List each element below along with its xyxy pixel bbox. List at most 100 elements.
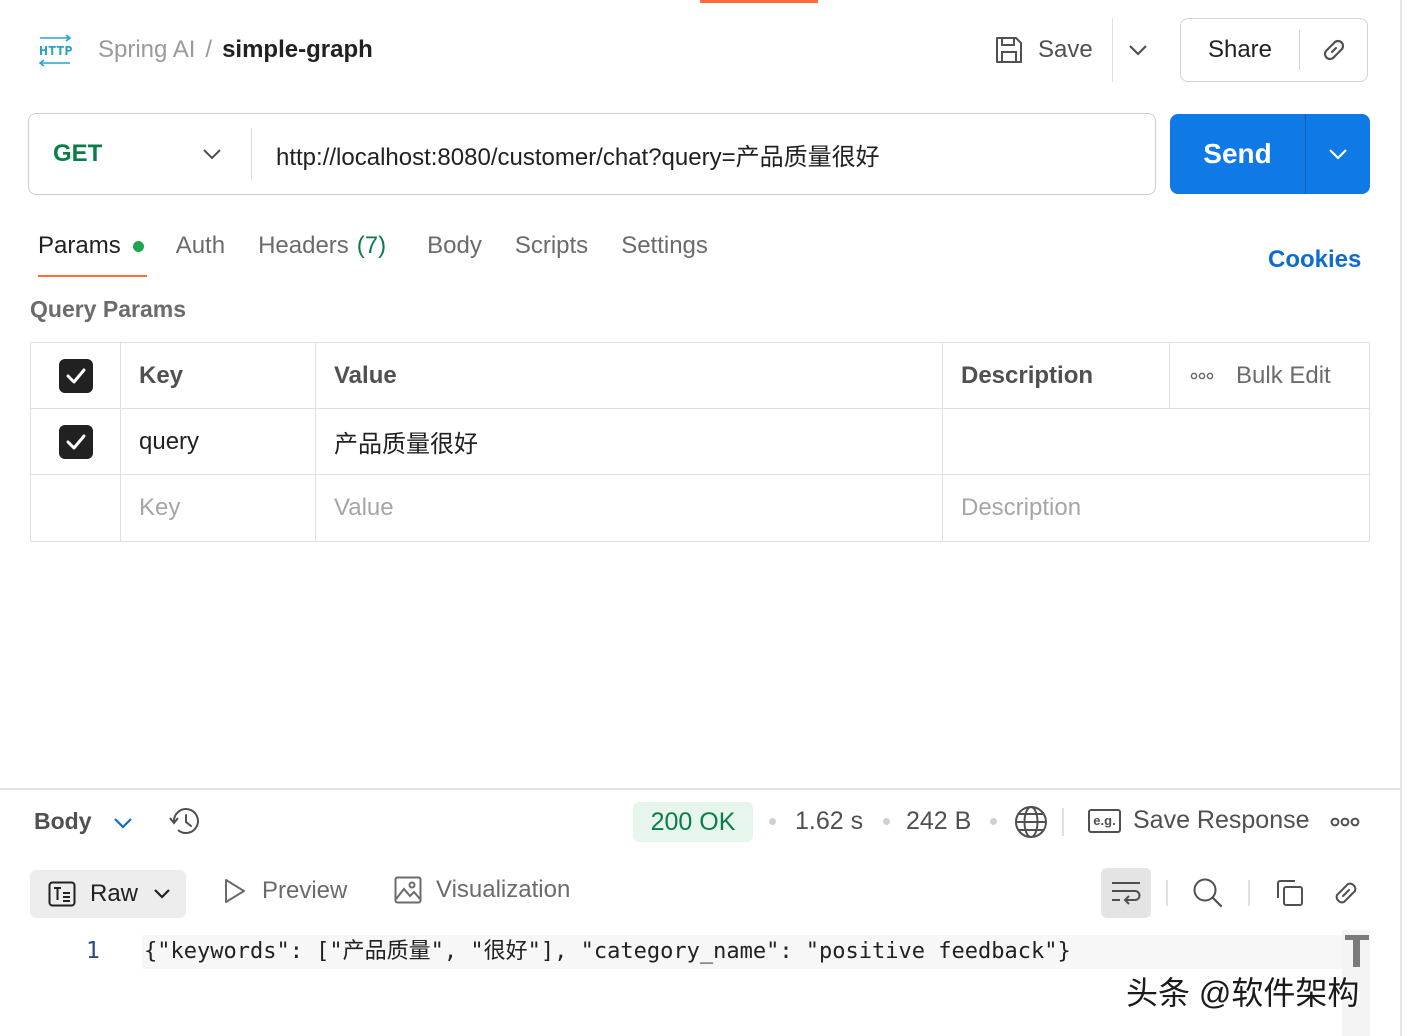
link-icon <box>1319 35 1349 65</box>
active-tab-underline <box>38 275 147 277</box>
column-header-description: Description <box>943 343 1170 408</box>
empty-checkbox-cell <box>31 475 121 541</box>
tab-settings[interactable]: Settings <box>621 232 708 260</box>
tab-body-label: Body <box>427 232 482 259</box>
share-group: Share <box>1180 18 1368 82</box>
tab-auth[interactable]: Auth <box>176 232 225 260</box>
visualization-label: Visualization <box>436 876 571 903</box>
response-divider <box>0 788 1400 790</box>
http-icon: HTTP <box>36 34 74 68</box>
save-label: Save <box>1038 36 1093 63</box>
table-row-empty: Key Value Description <box>31 475 1369 541</box>
header-divider <box>1112 18 1113 82</box>
history-icon[interactable] <box>168 806 202 838</box>
chevron-down-icon <box>152 884 172 904</box>
status-badge[interactable]: 200 OK <box>633 802 753 842</box>
request-url-bar: GET <box>28 113 1156 195</box>
param-key-cell[interactable]: query <box>121 409 316 474</box>
breadcrumb-collection[interactable]: Spring AI <box>98 36 195 63</box>
active-tab-accent <box>700 0 818 3</box>
bulk-edit-button[interactable]: Bulk Edit <box>1236 362 1331 390</box>
more-options-icon[interactable] <box>1190 371 1214 381</box>
response-size[interactable]: 242 B <box>906 807 971 836</box>
save-response-button[interactable]: e.g. Save Response <box>1088 806 1310 835</box>
meta-separator <box>990 818 997 825</box>
meta-separator <box>883 818 890 825</box>
example-icon: e.g. <box>1088 808 1121 833</box>
text-cursor-icon <box>1344 934 1370 968</box>
tab-headers[interactable]: Headers (7) <box>258 232 386 260</box>
visualization-button[interactable]: Visualization <box>394 876 570 904</box>
bulk-edit-cell: Bulk Edit <box>1170 343 1369 408</box>
send-button[interactable]: Send <box>1170 114 1305 194</box>
table-header-row: Key Value Description Bulk Edit <box>31 343 1369 409</box>
column-header-key: Key <box>121 343 316 408</box>
format-raw-selector[interactable]: Raw <box>30 870 186 918</box>
tab-scripts-label: Scripts <box>514 232 589 259</box>
play-icon <box>222 876 248 906</box>
copy-icon[interactable] <box>1274 877 1306 909</box>
line-number: 1 <box>86 938 100 964</box>
select-all-checkbox[interactable] <box>58 358 93 393</box>
save-response-label: Save Response <box>1133 806 1310 834</box>
tab-body[interactable]: Body <box>427 232 482 260</box>
search-icon[interactable] <box>1192 877 1224 909</box>
method-label: GET <box>53 140 103 167</box>
response-body-code[interactable]: {"keywords": ["产品质量", "很好"], "category_n… <box>142 935 1342 969</box>
row-checkbox-cell <box>31 409 121 474</box>
tab-params[interactable]: Params <box>38 232 144 260</box>
tab-params-label: Params <box>38 232 121 259</box>
save-icon <box>994 35 1024 65</box>
preview-label: Preview <box>262 877 348 904</box>
response-body-selector[interactable]: Body <box>34 808 92 835</box>
toolbar-separator <box>1166 880 1168 906</box>
preview-button[interactable]: Preview <box>222 876 347 906</box>
query-params-title: Query Params <box>30 296 186 322</box>
header-checkbox-cell <box>31 343 121 408</box>
svg-text:HTTP: HTTP <box>39 44 73 58</box>
share-button[interactable]: Share <box>1181 19 1299 81</box>
tab-headers-label: Headers <box>258 232 349 259</box>
toolbar-separator <box>1062 808 1064 836</box>
wrap-lines-button[interactable] <box>1101 868 1151 918</box>
request-tabs: Params Auth Headers (7) Body Scripts Set… <box>38 230 708 262</box>
new-description-input[interactable]: Description <box>943 475 1369 541</box>
method-selector[interactable]: GET <box>29 114 251 194</box>
tab-settings-label: Settings <box>621 232 708 259</box>
wrap-text-icon <box>1110 879 1142 907</box>
row-enabled-checkbox[interactable] <box>58 424 93 459</box>
copy-link-button[interactable] <box>1300 19 1367 81</box>
breadcrumb: Spring AI / simple-graph <box>98 34 373 66</box>
new-value-input[interactable]: Value <box>316 475 943 541</box>
watermark: 头条 @软件架构 <box>1126 975 1360 1011</box>
format-label: Raw <box>90 880 139 907</box>
link-icon[interactable] <box>1330 877 1362 909</box>
chevron-down-icon[interactable] <box>112 812 134 834</box>
save-options-chevron-down-icon[interactable] <box>1126 38 1150 62</box>
request-name[interactable]: simple-graph <box>222 36 373 63</box>
send-options-button[interactable] <box>1306 114 1370 194</box>
param-description-cell[interactable] <box>943 409 1369 474</box>
new-key-input[interactable]: Key <box>121 475 316 541</box>
query-params-table: Key Value Description Bulk Edit query 产品… <box>30 342 1370 542</box>
tab-scripts[interactable]: Scripts <box>515 232 588 260</box>
param-value-cell[interactable]: 产品质量很好 <box>316 409 943 474</box>
image-icon <box>394 876 422 904</box>
table-row: query 产品质量很好 <box>31 409 1369 475</box>
breadcrumb-separator: / <box>205 36 213 63</box>
more-options-icon[interactable] <box>1330 816 1360 828</box>
meta-separator <box>769 818 776 825</box>
globe-icon[interactable] <box>1014 805 1048 839</box>
url-input[interactable] <box>252 114 1155 194</box>
chevron-down-icon <box>1327 143 1349 165</box>
send-group: Send <box>1170 114 1370 194</box>
chevron-down-icon <box>201 143 223 165</box>
text-format-icon <box>48 881 76 907</box>
toolbar-separator <box>1248 880 1250 906</box>
headers-count: (7) <box>356 232 387 259</box>
tab-auth-label: Auth <box>175 232 226 259</box>
response-time[interactable]: 1.62 s <box>795 807 863 836</box>
save-button[interactable]: Save <box>994 24 1093 76</box>
cookies-link[interactable]: Cookies <box>1268 246 1361 274</box>
panel-edge <box>1400 0 1402 1036</box>
